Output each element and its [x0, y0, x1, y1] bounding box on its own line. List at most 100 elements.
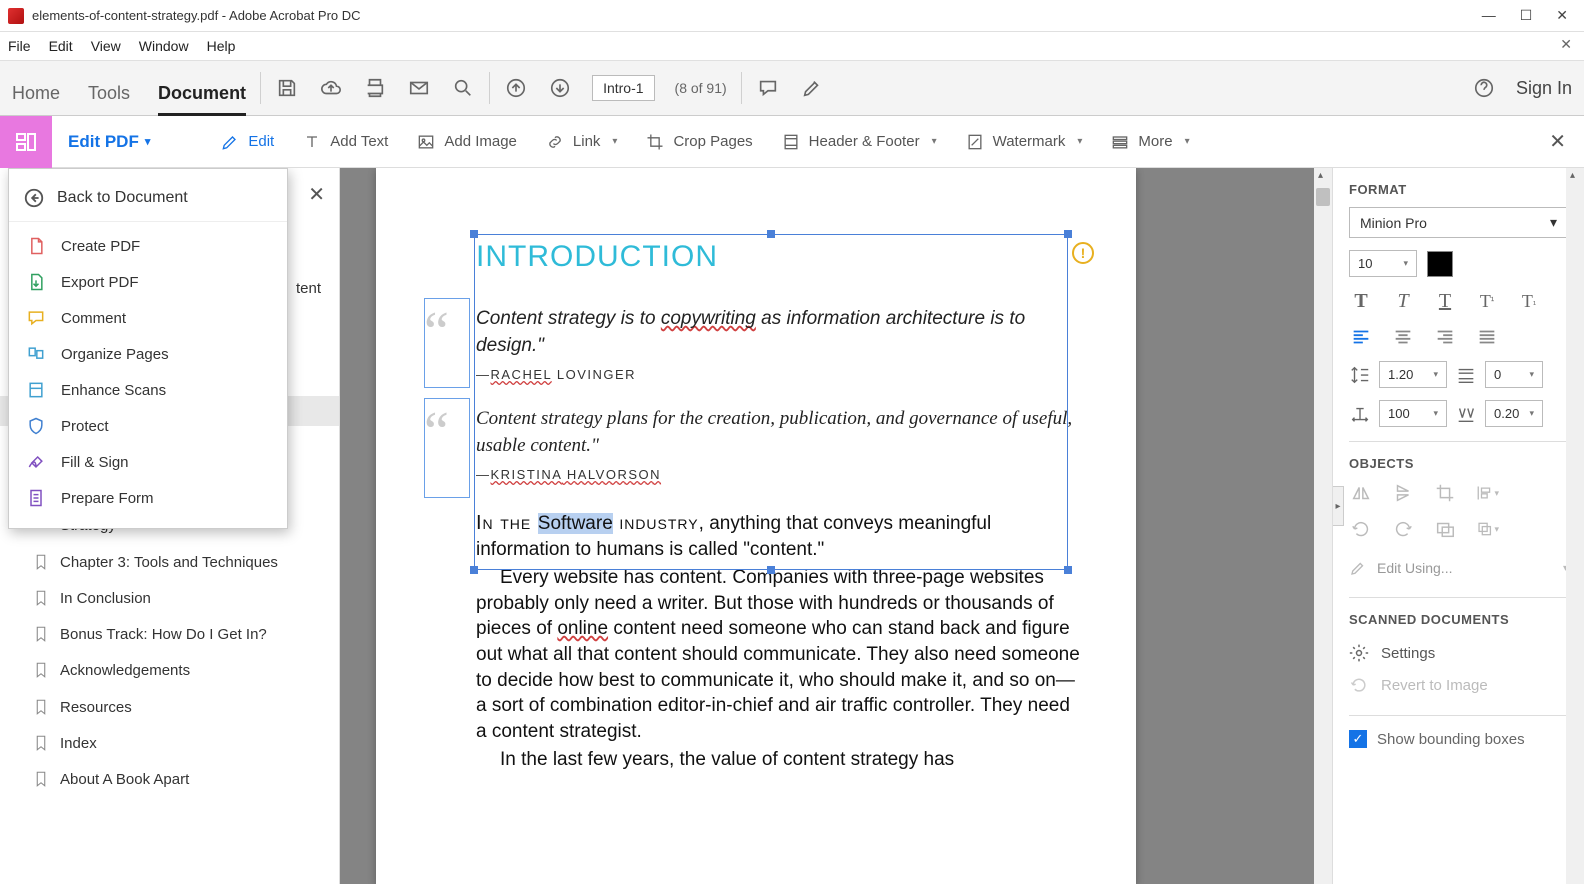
back-to-document[interactable]: Back to Document [9, 179, 287, 222]
tool-edit[interactable]: Edit [206, 132, 288, 152]
italic-icon[interactable]: T [1391, 289, 1415, 313]
help-icon[interactable] [1472, 76, 1496, 100]
highlight-pen-icon[interactable] [800, 76, 824, 100]
prev-page-icon[interactable] [504, 76, 528, 100]
fill-sign-icon [25, 451, 47, 473]
char-spacing-input[interactable]: 0.20▾ [1485, 400, 1543, 427]
dropdown-organize-pages[interactable]: Organize Pages [9, 336, 287, 372]
settings-button[interactable]: Settings [1349, 637, 1568, 669]
rotate-cw-icon[interactable] [1391, 517, 1415, 541]
close-bookmarks-icon[interactable]: ✕ [308, 182, 325, 207]
dropdown-enhance-scans[interactable]: Enhance Scans [9, 372, 287, 408]
tool-more-label: More [1138, 133, 1172, 150]
bookmark-item[interactable]: Index [0, 726, 339, 762]
text-color-swatch[interactable] [1427, 251, 1453, 277]
crop-object-icon[interactable] [1433, 481, 1457, 505]
search-icon[interactable] [451, 76, 475, 100]
dropdown-fill-sign[interactable]: Fill & Sign [9, 444, 287, 480]
comment-icon[interactable] [756, 76, 780, 100]
tab-tools[interactable]: Tools [88, 83, 130, 116]
edit-using-dropdown[interactable]: Edit Using... ▾ [1349, 553, 1568, 583]
menu-window[interactable]: Window [139, 38, 189, 54]
warning-badge-icon[interactable]: ! [1072, 242, 1094, 264]
rotate-ccw-icon[interactable] [1349, 517, 1373, 541]
minimize-button[interactable]: — [1482, 7, 1496, 24]
tool-add-image[interactable]: Add Image [402, 132, 531, 152]
arrange-icon[interactable]: ▾ [1475, 517, 1499, 541]
print-icon[interactable] [363, 76, 387, 100]
revert-label: Revert to Image [1381, 677, 1488, 694]
tool-watermark[interactable]: Watermark ▾ [951, 132, 1097, 152]
bookmark-item[interactable]: Acknowledgements [0, 653, 339, 689]
replace-image-icon[interactable] [1433, 517, 1457, 541]
font-dropdown[interactable]: Minion Pro ▾ [1349, 207, 1568, 238]
collapse-right-panel[interactable]: ▸ [1332, 486, 1344, 526]
flip-horizontal-icon[interactable] [1349, 481, 1373, 505]
font-size-input[interactable]: 10▾ [1349, 250, 1417, 277]
edit-pdf-dropdown[interactable]: Edit PDF ▾ [52, 132, 166, 152]
dropdown-export-pdf[interactable]: Export PDF [9, 264, 287, 300]
tab-document[interactable]: Document [158, 83, 246, 116]
selection-handle[interactable] [470, 566, 478, 574]
selection-handle[interactable] [470, 230, 478, 238]
menu-view[interactable]: View [91, 38, 121, 54]
bookmark-item[interactable]: Bonus Track: How Do I Get In? [0, 617, 339, 653]
dropdown-create-pdf[interactable]: Create PDF [9, 228, 287, 264]
menu-file[interactable]: File [8, 38, 31, 54]
bookmark-item[interactable]: In Conclusion [0, 581, 339, 617]
cloud-upload-icon[interactable] [319, 76, 343, 100]
align-objects-icon[interactable]: ▾ [1475, 481, 1499, 505]
caret-down-icon: ▾ [1185, 136, 1190, 147]
sign-in-button[interactable]: Sign In [1516, 78, 1572, 99]
next-page-icon[interactable] [548, 76, 572, 100]
selection-handle[interactable] [767, 566, 775, 574]
dropdown-comment[interactable]: Comment [9, 300, 287, 336]
dropdown-protect[interactable]: Protect [9, 408, 287, 444]
flip-vertical-icon[interactable] [1391, 481, 1415, 505]
subscript-icon[interactable]: T₁ [1517, 289, 1541, 313]
caret-down-icon: ▾ [1077, 136, 1082, 147]
superscript-icon[interactable]: T¹ [1475, 289, 1499, 313]
tool-header-footer[interactable]: Header & Footer ▾ [767, 132, 951, 152]
bookmark-item[interactable]: Chapter 3: Tools and Techniques [0, 545, 339, 581]
selection-handle[interactable] [1064, 566, 1072, 574]
vertical-scrollbar[interactable] [1314, 168, 1332, 884]
horizontal-scale-input[interactable]: 100▾ [1379, 400, 1447, 427]
tab-home[interactable]: Home [12, 83, 60, 116]
bold-icon[interactable]: T [1349, 289, 1373, 313]
save-icon[interactable] [275, 76, 299, 100]
menu-edit[interactable]: Edit [49, 38, 73, 54]
align-right-icon[interactable] [1433, 325, 1457, 349]
para-space-input[interactable]: 0▾ [1485, 361, 1543, 388]
maximize-button[interactable]: ☐ [1520, 7, 1533, 24]
document-canvas[interactable]: ! INTRODUCTION “ Content strategy is to … [340, 168, 1332, 884]
align-center-icon[interactable] [1391, 325, 1415, 349]
page-number-input[interactable]: Intro-1 [592, 75, 654, 101]
mail-icon[interactable] [407, 76, 431, 100]
align-left-icon[interactable] [1349, 325, 1373, 349]
menu-help[interactable]: Help [207, 38, 236, 54]
tool-crop-pages[interactable]: Crop Pages [631, 132, 766, 152]
close-doc-icon[interactable]: ✕ [1560, 36, 1572, 53]
close-edit-toolbar[interactable]: ✕ [1531, 129, 1584, 154]
align-justify-icon[interactable] [1475, 325, 1499, 349]
tool-more[interactable]: More ▾ [1096, 132, 1203, 152]
back-label: Back to Document [57, 189, 188, 207]
thumbnails-toggle[interactable] [0, 116, 52, 168]
dropdown-prepare-form[interactable]: Prepare Form [9, 480, 287, 516]
pdf-page[interactable]: ! INTRODUCTION “ Content strategy is to … [376, 168, 1136, 884]
underline-icon[interactable]: T [1433, 289, 1457, 313]
selection-handle[interactable] [767, 230, 775, 238]
tool-add-text[interactable]: Add Text [288, 132, 402, 152]
tool-edit-label: Edit [248, 133, 274, 150]
menubar: File Edit View Window Help ✕ [0, 32, 1584, 60]
line-height-input[interactable]: 1.20▾ [1379, 361, 1447, 388]
bookmark-item[interactable]: Resources [0, 690, 339, 726]
show-bounding-boxes-checkbox[interactable]: ✓ Show bounding boxes [1349, 730, 1568, 748]
tool-link[interactable]: Link ▾ [531, 132, 632, 152]
panel-scrollbar[interactable] [1566, 168, 1584, 884]
close-window-button[interactable]: ✕ [1556, 7, 1568, 24]
objects-section-label: OBJECTS [1349, 456, 1568, 471]
bookmark-item[interactable]: About A Book Apart [0, 762, 339, 798]
selection-handle[interactable] [1064, 230, 1072, 238]
